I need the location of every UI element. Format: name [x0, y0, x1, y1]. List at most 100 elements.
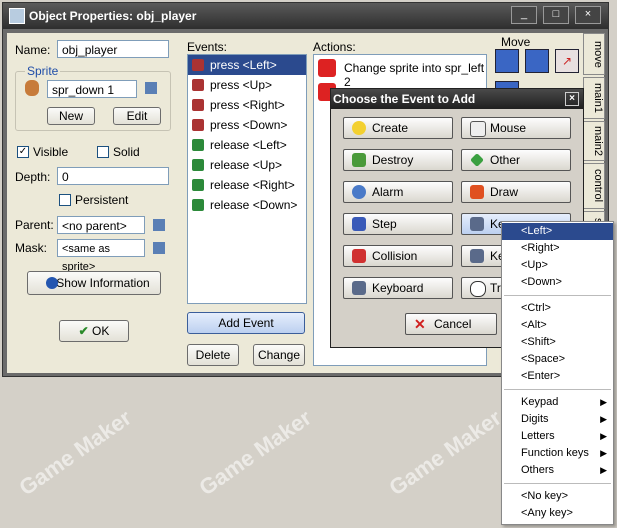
- move-towards-icon[interactable]: ↗: [555, 49, 579, 73]
- mask-select[interactable]: <same as sprite>: [57, 239, 145, 273]
- solid-label: Solid: [113, 145, 140, 159]
- watermark-text: Game Maker: [384, 404, 506, 501]
- menu-item-others[interactable]: Others ▶: [502, 462, 613, 479]
- footsteps-icon: [352, 217, 366, 231]
- app-icon: [9, 8, 25, 24]
- clock-icon: [352, 185, 366, 199]
- dialog-title: Choose the Event to Add: [333, 92, 476, 106]
- menu-item-down[interactable]: <Down>: [502, 274, 613, 291]
- events-label: Events:: [187, 40, 228, 54]
- create-event-button[interactable]: Create: [343, 117, 453, 139]
- tab-control[interactable]: control: [583, 163, 605, 209]
- solid-checkbox[interactable]: [97, 146, 109, 158]
- action-item[interactable]: Change sprite into spr_left 2: [344, 61, 486, 89]
- actions-label: Actions:: [313, 40, 356, 54]
- keyboard-event-icon: [192, 99, 204, 111]
- maximize-button[interactable]: □: [543, 6, 569, 24]
- delete-event-button[interactable]: Delete: [187, 344, 239, 366]
- menu-item-no-key[interactable]: <No key>: [502, 488, 613, 505]
- menu-item-alt[interactable]: <Alt>: [502, 317, 613, 334]
- close-button[interactable]: ×: [575, 6, 601, 24]
- menu-item-shift[interactable]: <Shift>: [502, 334, 613, 351]
- minimize-button[interactable]: _: [511, 6, 537, 24]
- menu-item-ctrl[interactable]: <Ctrl>: [502, 300, 613, 317]
- persistent-checkbox[interactable]: [59, 194, 71, 206]
- menu-item-up[interactable]: <Up>: [502, 257, 613, 274]
- menu-separator: [504, 483, 611, 484]
- visible-checkbox[interactable]: ✓: [17, 146, 29, 158]
- ok-button[interactable]: ✔ OK: [59, 320, 129, 342]
- watermark-text: Game Maker: [194, 404, 316, 501]
- sprite-thumbnail-icon: [25, 80, 39, 96]
- keyboard-icon: [352, 281, 366, 295]
- alarm-event-button[interactable]: Alarm: [343, 181, 453, 203]
- parent-menu-icon[interactable]: [153, 219, 165, 231]
- event-item[interactable]: release <Left>: [188, 135, 306, 155]
- keyboard-event-button[interactable]: Keyboard: [343, 277, 453, 299]
- event-item[interactable]: press <Right>: [188, 95, 306, 115]
- window-title: Object Properties: obj_player: [29, 9, 197, 23]
- cancel-button[interactable]: ✕ Cancel: [405, 313, 497, 335]
- sprite-select[interactable]: spr_down 1: [47, 80, 137, 98]
- menu-item-keypad[interactable]: Keypad ▶: [502, 394, 613, 411]
- event-item[interactable]: press <Up>: [188, 75, 306, 95]
- diamond-icon: [470, 153, 484, 167]
- menu-item-function-keys[interactable]: Function keys ▶: [502, 445, 613, 462]
- move-free-icon[interactable]: [525, 49, 549, 73]
- mouse-event-button[interactable]: Mouse: [461, 117, 571, 139]
- menu-item-any-key[interactable]: <Any key>: [502, 505, 613, 522]
- keyboard-release-icon: [192, 159, 204, 171]
- info-icon: [46, 277, 58, 289]
- events-list[interactable]: press <Left> press <Up> press <Right> pr…: [187, 54, 307, 304]
- move-fixed-icon[interactable]: [495, 49, 519, 73]
- change-event-button[interactable]: Change: [253, 344, 305, 366]
- event-item[interactable]: press <Left>: [188, 55, 306, 75]
- sprite-menu-icon[interactable]: [145, 82, 157, 94]
- tab-main2[interactable]: main2: [583, 121, 605, 161]
- dialog-close-button[interactable]: ×: [565, 92, 579, 106]
- depth-label: Depth:: [15, 170, 51, 184]
- tab-main1[interactable]: main1: [583, 77, 605, 119]
- destroy-event-button[interactable]: Destroy: [343, 149, 453, 171]
- ok-label: OK: [92, 324, 110, 338]
- name-input[interactable]: obj_player: [57, 40, 169, 58]
- watermark-text: Game Maker: [14, 404, 136, 501]
- name-label: Name:: [15, 43, 51, 57]
- menu-item-left[interactable]: <Left>: [502, 223, 613, 240]
- add-event-button[interactable]: Add Event: [187, 312, 305, 334]
- menu-item-letters[interactable]: Letters ▶: [502, 428, 613, 445]
- menu-item-enter[interactable]: <Enter>: [502, 368, 613, 385]
- event-item[interactable]: release <Up>: [188, 155, 306, 175]
- depth-input[interactable]: 0: [57, 167, 169, 185]
- keyboard-release-icon: [192, 179, 204, 191]
- title-bar: Object Properties: obj_player _ □ ×: [3, 3, 608, 29]
- event-item[interactable]: release <Right>: [188, 175, 306, 195]
- lightbulb-icon: [352, 121, 366, 135]
- edit-sprite-button[interactable]: Edit: [113, 107, 161, 125]
- cancel-x-icon: ✕: [414, 316, 426, 332]
- other-event-button[interactable]: Other: [461, 149, 571, 171]
- tab-move[interactable]: move: [583, 33, 605, 75]
- submenu-arrow-icon: ▶: [600, 448, 607, 458]
- submenu-arrow-icon: ▶: [600, 465, 607, 475]
- event-item[interactable]: release <Down>: [188, 195, 306, 215]
- menu-item-right[interactable]: <Right>: [502, 240, 613, 257]
- dialog-title-bar: Choose the Event to Add ×: [331, 89, 583, 109]
- new-sprite-button[interactable]: New: [47, 107, 95, 125]
- step-event-button[interactable]: Step: [343, 213, 453, 235]
- keyboard-icon: [470, 249, 484, 263]
- key-popup-menu: <Left> <Right> <Up> <Down> <Ctrl> <Alt> …: [501, 221, 614, 525]
- menu-separator: [504, 295, 611, 296]
- collision-event-button[interactable]: Collision: [343, 245, 453, 267]
- menu-item-digits[interactable]: Digits ▶: [502, 411, 613, 428]
- parent-select[interactable]: <no parent>: [57, 216, 145, 234]
- keyboard-icon: [470, 217, 484, 231]
- trash-icon: [352, 153, 366, 167]
- submenu-arrow-icon: ▶: [600, 431, 607, 441]
- parent-label: Parent:: [15, 218, 54, 232]
- menu-item-space[interactable]: <Space>: [502, 351, 613, 368]
- mask-menu-icon[interactable]: [153, 242, 165, 254]
- event-item[interactable]: press <Down>: [188, 115, 306, 135]
- draw-event-button[interactable]: Draw: [461, 181, 571, 203]
- show-information-button[interactable]: Show Information: [27, 271, 161, 295]
